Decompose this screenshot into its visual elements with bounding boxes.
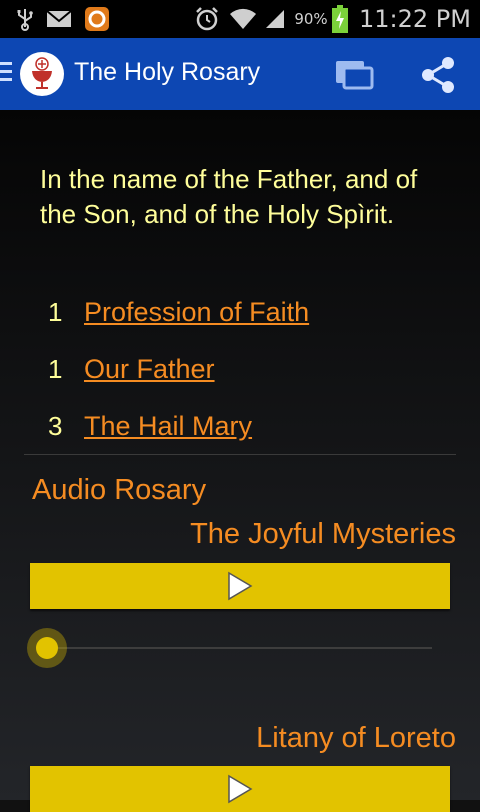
seek-thumb[interactable]	[27, 628, 67, 668]
menu-icon[interactable]	[0, 62, 14, 86]
wifi-icon	[227, 0, 259, 38]
main-content: In the name of the Father, and of the So…	[0, 110, 480, 812]
share-icon[interactable]	[418, 56, 458, 94]
mail-icon	[44, 0, 74, 38]
play-joyful-mysteries-button[interactable]	[30, 563, 450, 609]
prayer-count: 1	[48, 353, 63, 384]
play-icon	[228, 571, 253, 601]
usb-icon	[12, 0, 38, 38]
prayer-link-profession-of-faith[interactable]: Profession of Faith	[84, 297, 309, 328]
battery-percent: 90%	[294, 10, 328, 28]
seek-thumb-core	[36, 637, 58, 659]
play-litany-of-loreto-button[interactable]	[30, 766, 450, 812]
seek-bar[interactable]	[48, 647, 432, 649]
prayer-item: 1 Profession of Faith	[44, 294, 309, 330]
chalice-logo-icon[interactable]	[20, 52, 64, 96]
cast-icon[interactable]	[334, 58, 374, 92]
divider	[24, 454, 456, 455]
track-title-litany-of-loreto: Litany of Loreto	[256, 722, 456, 754]
clock: 11:22 PM	[359, 5, 471, 33]
prayer-count: 3	[48, 410, 63, 441]
prayer-item: 1 Our Father	[44, 351, 215, 387]
intro-text: In the name of the Father, and of the So…	[40, 164, 418, 229]
status-bar: 90% 11:22 PM	[0, 0, 480, 38]
battery-charging-icon	[330, 0, 350, 38]
signal-icon	[262, 0, 288, 38]
alarm-icon	[192, 0, 222, 38]
audio-rosary-heading: Audio Rosary	[32, 474, 207, 506]
app-title: The Holy Rosary	[74, 58, 261, 86]
prayer-item: 3 The Hail Mary	[44, 408, 252, 444]
app-bar: The Holy Rosary	[0, 38, 480, 110]
prayer-count: 1	[48, 296, 63, 327]
track-title-joyful-mysteries: The Joyful Mysteries	[190, 518, 456, 550]
prayer-link-our-father[interactable]: Our Father	[84, 354, 215, 385]
app-notification-icon	[82, 0, 112, 38]
prayer-link-hail-mary[interactable]: The Hail Mary	[84, 411, 252, 442]
